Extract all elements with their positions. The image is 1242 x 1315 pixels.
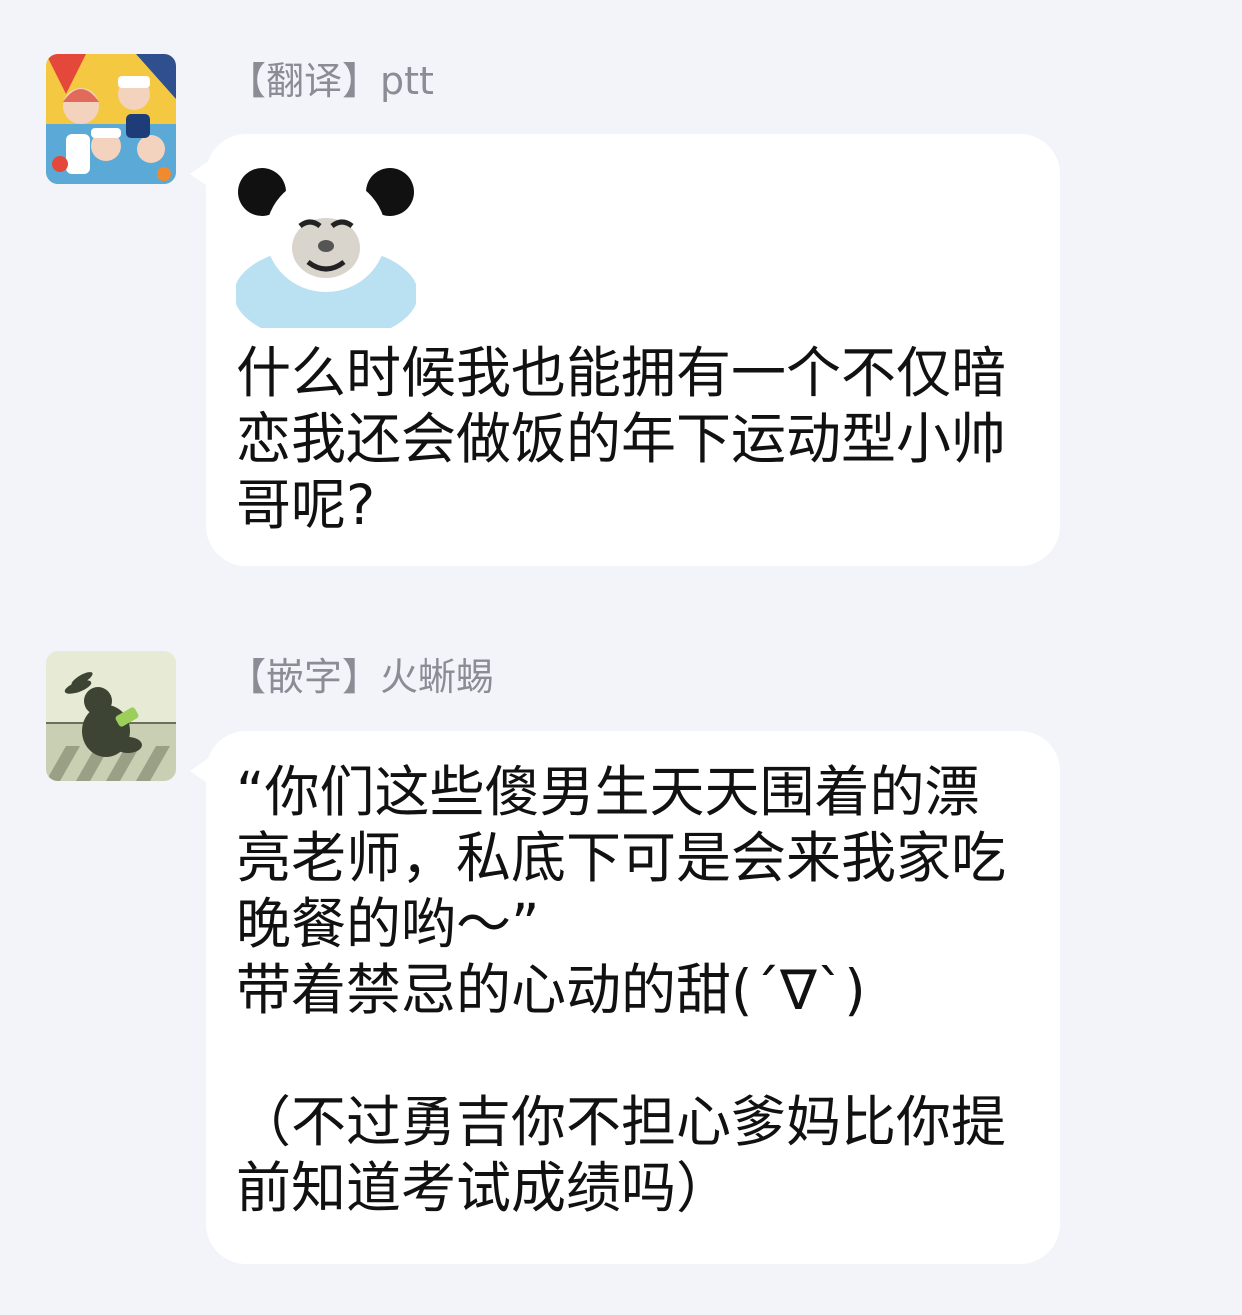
bubble-tail <box>190 160 210 188</box>
sender-name[interactable]: 【嵌字】火蜥蜴 <box>228 652 494 702</box>
sender-name[interactable]: 【翻译】ptt <box>228 56 434 106</box>
message-text: “你们这些傻男生天天围着的漂亮老师，私底下可是会来我家吃晚餐的哟～” 带着禁忌的… <box>236 760 1007 1220</box>
bubble-tail <box>190 757 210 785</box>
panda-face-sticker-icon[interactable] <box>236 162 416 328</box>
rabbit-avatar-icon[interactable] <box>46 651 176 781</box>
message-bubble[interactable]: 什么时候我也能拥有一个不仅暗恋我还会做饭的年下运动型小帅哥呢? <box>190 134 1060 566</box>
message-bubble[interactable]: “你们这些傻男生天天围着的漂亮老师，私底下可是会来我家吃晚餐的哟～” 带着禁忌的… <box>190 731 1060 1264</box>
message-text: 什么时候我也能拥有一个不仅暗恋我还会做饭的年下运动型小帅哥呢? <box>236 341 1007 537</box>
anime-group-avatar-icon[interactable] <box>46 54 176 184</box>
